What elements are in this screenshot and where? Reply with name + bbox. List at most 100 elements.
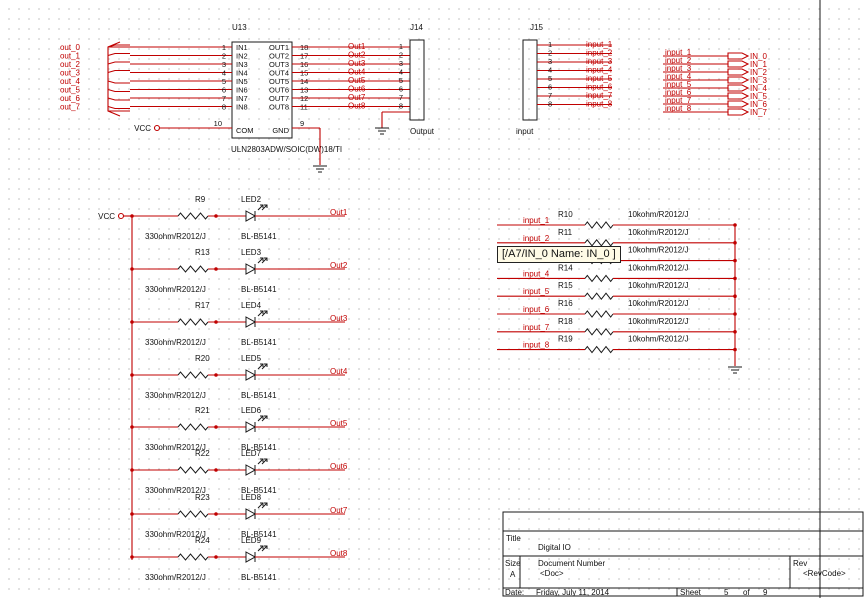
input-bus-entry [107,97,130,101]
offpage-port [727,60,750,68]
net-label: input_7 [523,323,550,332]
sheet-value: 5 [724,588,729,597]
resistor-value: 10kohm/R2012/J [628,299,688,308]
pin-name: GND [272,126,289,135]
resistor-ref: R20 [195,354,210,363]
resistor-value: 330ohm/R2012/J [145,232,206,241]
resistor-symbol [177,371,209,379]
net-label: Out4 [330,367,348,376]
junction-dot [130,214,134,218]
net-label: input_6 [523,305,550,314]
led-ref: LED4 [241,301,262,310]
junction-dot [214,214,218,218]
pin-number: 8 [222,103,226,112]
port-label: IN_7 [750,108,767,117]
resistor-symbol [584,310,614,318]
junction-dot [214,320,218,324]
resistor-symbol [584,238,614,247]
schematic-drawing: U13ULN2803ADW/SOIC(DW)18/TI1 IN1 OUT1 18 Out… [60,0,864,598]
size-value: A [510,570,516,579]
resistor-ref: R14 [558,263,573,272]
docnum-value: <Doc> [540,569,564,578]
resistor-ref: R23 [195,493,210,502]
net-label: Out8 [348,102,366,111]
resistor-value: 330ohm/R2012/J [145,573,206,582]
resistor-value: 10kohm/R2012/J [628,281,688,290]
connector-body-j14 [409,39,425,121]
net-label: Out3 [330,314,348,323]
vcc-terminal [117,212,125,220]
offpage-port [727,52,750,60]
resistor-ref: R19 [558,335,573,344]
junction-dot [214,373,218,377]
junction-dot [214,512,218,516]
led-ref: LED2 [241,195,262,204]
resistor-symbol [177,466,209,474]
net-label: input_1 [523,216,550,225]
resistor-ref: R24 [195,536,210,545]
pin-number: 8 [399,102,403,111]
resistor-symbol [584,221,614,229]
rev-label: Rev [793,559,807,568]
resistor-symbol [177,212,209,220]
input-bus-entry [107,88,130,93]
net-label: Out8 [330,549,348,558]
led-symbol [245,508,257,520]
led-value: BL-B5141 [241,338,277,347]
junction-dot [733,330,737,334]
resistor-value: 330ohm/R2012/J [145,391,206,400]
resistor-ref: R22 [195,449,210,458]
led-symbol [245,369,257,381]
pin-number: 9 [300,119,304,128]
resistor-value: 10kohm/R2012/J [628,317,688,326]
net-label: Out1 [330,208,348,217]
vcc-terminal [153,124,161,132]
u13-ref: U13 [232,23,247,32]
sheet-label: Sheet [680,588,702,597]
resistor-symbol [584,345,614,354]
net-label: input_4 [523,269,550,278]
u13-part: ULN2803ADW/SOIC(DW)18/TI [231,145,342,154]
offpage-port [727,84,750,92]
resistor-ref: R18 [558,317,573,326]
net-label: input_8 [665,104,692,113]
resistor-symbol [177,510,209,518]
resistor-ref: R16 [558,299,573,308]
led-ref: LED7 [241,449,262,458]
resistor-ref: R11 [558,228,573,237]
junction-dot [733,276,737,281]
schematic-canvas[interactable]: U13 ULN2803ADW/SOIC(DW)18/TI 1 IN1 OUT1 18 Out… [0,0,865,598]
led-ref: LED6 [241,406,262,415]
net-label: out_7 [60,103,81,112]
led-value: BL-B5141 [241,391,277,400]
led-value: BL-B5141 [241,232,277,241]
net-label: Out6 [330,462,348,471]
resistor-ref: R15 [558,281,573,290]
led-ref: LED8 [241,493,262,502]
resistor-symbol [177,265,209,273]
led-symbol [245,210,257,222]
input-bus-port [108,46,130,112]
net-label: Out5 [330,419,348,428]
of-value: 9 [763,588,768,597]
resistor-symbol [177,423,209,431]
input-bus-entry [107,52,130,57]
j15-name: input [516,127,534,136]
junction-dot [214,267,218,271]
led-value: BL-B5141 [241,573,277,582]
resistor-value: 10kohm/R2012/J [628,228,688,237]
j14-ref: J14 [410,23,423,32]
resistor-ref: R9 [195,195,206,204]
input-bus-entry [107,69,130,74]
resistor-ref: R10 [558,210,573,219]
j14-name: Output [410,127,435,136]
junction-dot [733,258,737,263]
size-label: Size [505,559,521,568]
resistor-symbol [584,327,614,336]
date-value: Friday, July 11, 2014 [536,588,610,597]
offpage-port [727,68,750,76]
junction-dot [130,555,134,559]
resistor-value: 330ohm/R2012/J [145,285,206,294]
led-ref: LED9 [241,536,262,545]
led-symbol [245,421,257,433]
